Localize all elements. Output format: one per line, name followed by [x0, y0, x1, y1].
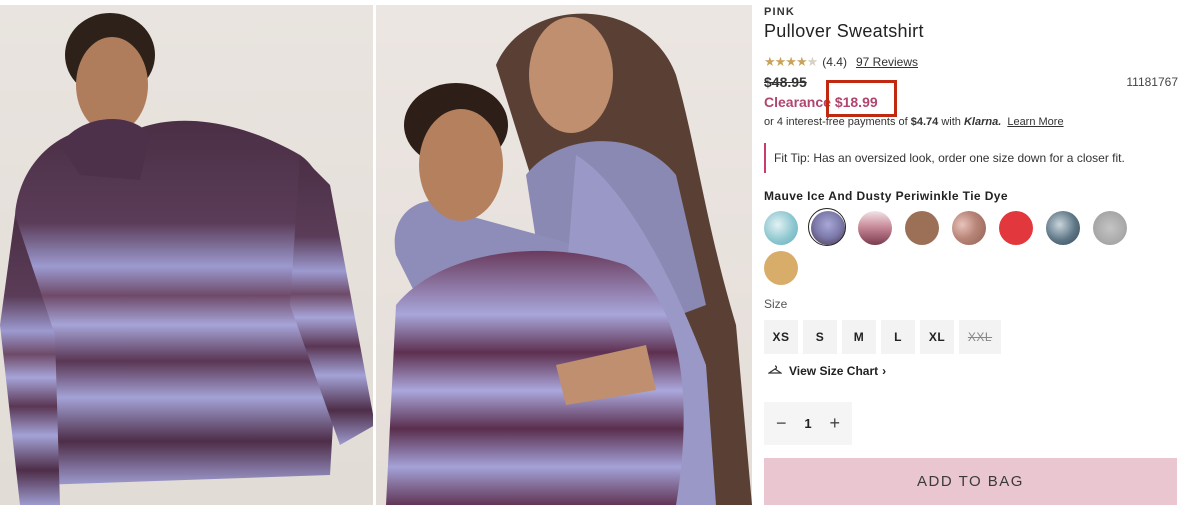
- quantity-increase-button[interactable]: +: [829, 413, 840, 434]
- swatch-pink-burgundy-tie-dye[interactable]: [858, 211, 892, 245]
- hanger-icon: [767, 364, 783, 378]
- swatch-brown[interactable]: [905, 211, 939, 245]
- rating-stars-icon: ★★★★★: [764, 54, 818, 69]
- rating-row: ★★★★★ (4.4) 97 Reviews: [764, 54, 918, 70]
- product-photo-front[interactable]: [0, 5, 373, 505]
- klarna-prefix: or 4 interest-free payments of: [764, 116, 908, 128]
- model-illustration-front: [0, 13, 373, 505]
- swatch-red[interactable]: [999, 211, 1033, 245]
- view-size-chart-label: View Size Chart: [789, 364, 879, 378]
- size-label: Size: [764, 297, 788, 311]
- quantity-stepper: − 1 +: [764, 402, 852, 445]
- swatch-mauve-periwinkle-tie-dye[interactable]: [808, 208, 846, 246]
- klarna-amount: $4.74: [910, 116, 939, 128]
- size-option-m[interactable]: M: [842, 320, 876, 354]
- add-to-bag-button[interactable]: ADD TO BAG: [764, 458, 1177, 505]
- product-photo-couple[interactable]: [376, 5, 752, 505]
- rating-value: (4.4): [822, 55, 847, 69]
- klarna-learn-more-link[interactable]: Learn More: [1007, 116, 1063, 128]
- size-option-s[interactable]: S: [803, 320, 837, 354]
- klarna-with: with: [941, 116, 961, 128]
- fit-tip: Fit Tip: Has an oversized look, order on…: [764, 143, 1174, 173]
- swatch-mustard[interactable]: [764, 251, 798, 285]
- size-option-xxl[interactable]: XXL: [959, 320, 1001, 354]
- klarna-payment-note: or 4 interest-free payments of $4.74 wit…: [764, 116, 1064, 128]
- size-option-xl[interactable]: XL: [920, 320, 954, 354]
- view-size-chart-link[interactable]: View Size Chart ›: [767, 364, 887, 378]
- brand-label: PINK: [764, 6, 796, 18]
- size-option-l[interactable]: L: [881, 320, 915, 354]
- reviews-link[interactable]: 97 Reviews: [856, 55, 918, 69]
- swatch-aqua-tie-dye[interactable]: [764, 211, 798, 245]
- selected-color-name: Mauve Ice And Dusty Periwinkle Tie Dye: [764, 189, 1008, 203]
- chevron-right-icon: ›: [882, 364, 887, 378]
- swatch-heather-grey[interactable]: [1093, 211, 1127, 245]
- size-option-xs[interactable]: XS: [764, 320, 798, 354]
- quantity-decrease-button[interactable]: −: [776, 413, 787, 434]
- price-highlight-box: [826, 80, 897, 117]
- product-title: Pullover Sweatshirt: [764, 21, 924, 41]
- product-info-panel: PINK Pullover Sweatshirt ★★★★★ (4.4) 97 …: [764, 0, 1178, 505]
- swatch-pink-brown-camo[interactable]: [952, 211, 986, 245]
- swatch-navy-tie-dye[interactable]: [1046, 211, 1080, 245]
- product-sku: 11181767: [1126, 75, 1178, 89]
- model-illustration-couple: [386, 13, 752, 505]
- original-price: $48.95: [764, 74, 807, 90]
- clearance-label: Clearance: [764, 94, 831, 110]
- quantity-value[interactable]: 1: [804, 416, 811, 431]
- klarna-logo: Klarna.: [963, 116, 1002, 128]
